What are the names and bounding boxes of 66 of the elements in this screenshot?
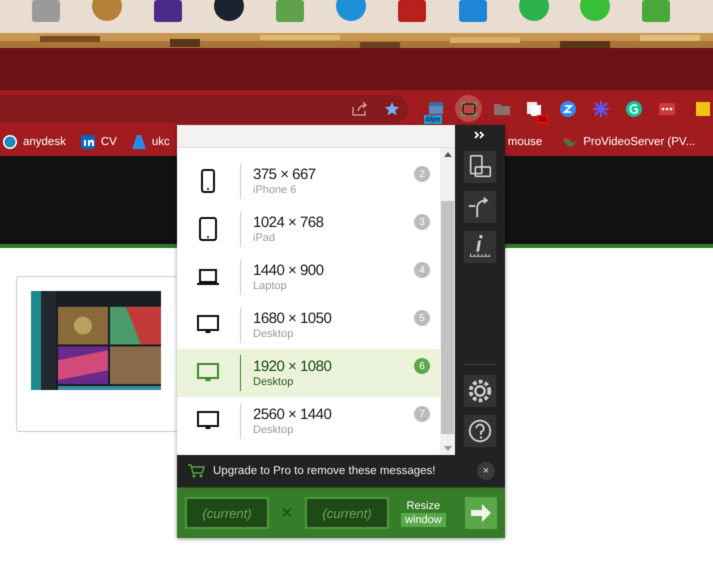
resolution-label: 1680 × 1050: [253, 310, 332, 327]
settings-button[interactable]: [464, 375, 496, 407]
device-row[interactable]: 375 × 667 iPhone 6 2: [177, 157, 440, 205]
resolution-label: 1440 × 900: [253, 262, 324, 279]
chevrons-icon[interactable]: [474, 131, 486, 139]
device-row[interactable]: 1920 × 1080 Desktop 6: [177, 349, 440, 397]
cart-icon: [187, 463, 205, 479]
device-name: Desktop: [253, 376, 294, 388]
device-name: iPhone 6: [253, 184, 298, 196]
times-sign: ×: [280, 502, 294, 524]
settings-icon: [466, 377, 494, 405]
device-name: iPad: [253, 232, 276, 244]
arrow-icon: [469, 501, 493, 525]
device-name: Desktop: [253, 424, 294, 436]
scroll-thumb[interactable]: [441, 201, 454, 434]
device-name: Desktop: [253, 328, 294, 340]
bookmark[interactable]: anydesk: [2, 134, 66, 150]
help-icon: [466, 417, 494, 445]
share-icon[interactable]: [352, 102, 368, 116]
resolution-label: 375 × 667: [253, 166, 316, 183]
bookmark[interactable]: CV: [80, 134, 117, 150]
shortcut-number: 7: [414, 406, 430, 422]
resolution-label: 1920 × 1080: [253, 358, 332, 375]
device-row[interactable]: 1024 × 768 iPad 3: [177, 205, 440, 253]
resize-label: Resize: [406, 500, 440, 512]
triangle-icon: [130, 134, 147, 150]
redirect-button[interactable]: [464, 191, 496, 223]
shortcut-number: 6: [414, 358, 430, 374]
device-row[interactable]: 1440 × 900 Laptop 4: [177, 253, 440, 301]
tablet-icon: [196, 217, 220, 241]
info-button[interactable]: [464, 231, 496, 263]
scrollbar[interactable]: [440, 148, 455, 455]
bookmark[interactable]: mouse: [508, 136, 542, 148]
rotate-button[interactable]: [464, 151, 496, 183]
bookmark[interactable]: ProVideoServer (PV...: [562, 134, 696, 150]
shortcut-number: 3: [414, 214, 430, 230]
bookmark[interactable]: ukc: [130, 134, 170, 150]
scroll-down-icon[interactable]: [444, 446, 452, 451]
height-field[interactable]: (current): [305, 497, 389, 529]
zoom-icon: [558, 98, 578, 118]
count-badge: 46m: [424, 115, 442, 124]
resolution-label: 2560 × 1440: [253, 406, 332, 423]
burst-icon: [590, 98, 610, 118]
extension-button[interactable]: 48: [521, 95, 548, 122]
width-field[interactable]: (current): [185, 497, 269, 529]
extension-button[interactable]: 46m: [422, 95, 449, 122]
count-badge: 48: [537, 115, 548, 124]
message-text: Upgrade to Pro to remove these messages!: [213, 465, 436, 477]
shortcut-number: 2: [414, 166, 430, 182]
app-icon[interactable]: [152, 0, 184, 22]
window-label: window: [401, 512, 446, 526]
device-name: Laptop: [253, 280, 288, 292]
shortcut-number: 5: [414, 310, 430, 326]
close-button[interactable]: ×: [477, 462, 495, 480]
grammar-icon: [624, 98, 644, 118]
star-icon[interactable]: [384, 100, 400, 116]
shortcut-number: 4: [414, 262, 430, 278]
resize-button[interactable]: [465, 497, 497, 529]
linkedin-icon: [80, 134, 96, 150]
device-row[interactable]: 2560 × 1440 Desktop 7: [177, 397, 440, 445]
resolution-label: 1024 × 768: [253, 214, 324, 231]
app-icon[interactable]: [213, 0, 245, 22]
wordpress-icon: [2, 134, 18, 150]
device-row[interactable]: 1680 × 1050 Desktop 5: [177, 301, 440, 349]
help-button[interactable]: [464, 415, 496, 447]
extension-button[interactable]: [455, 95, 482, 122]
